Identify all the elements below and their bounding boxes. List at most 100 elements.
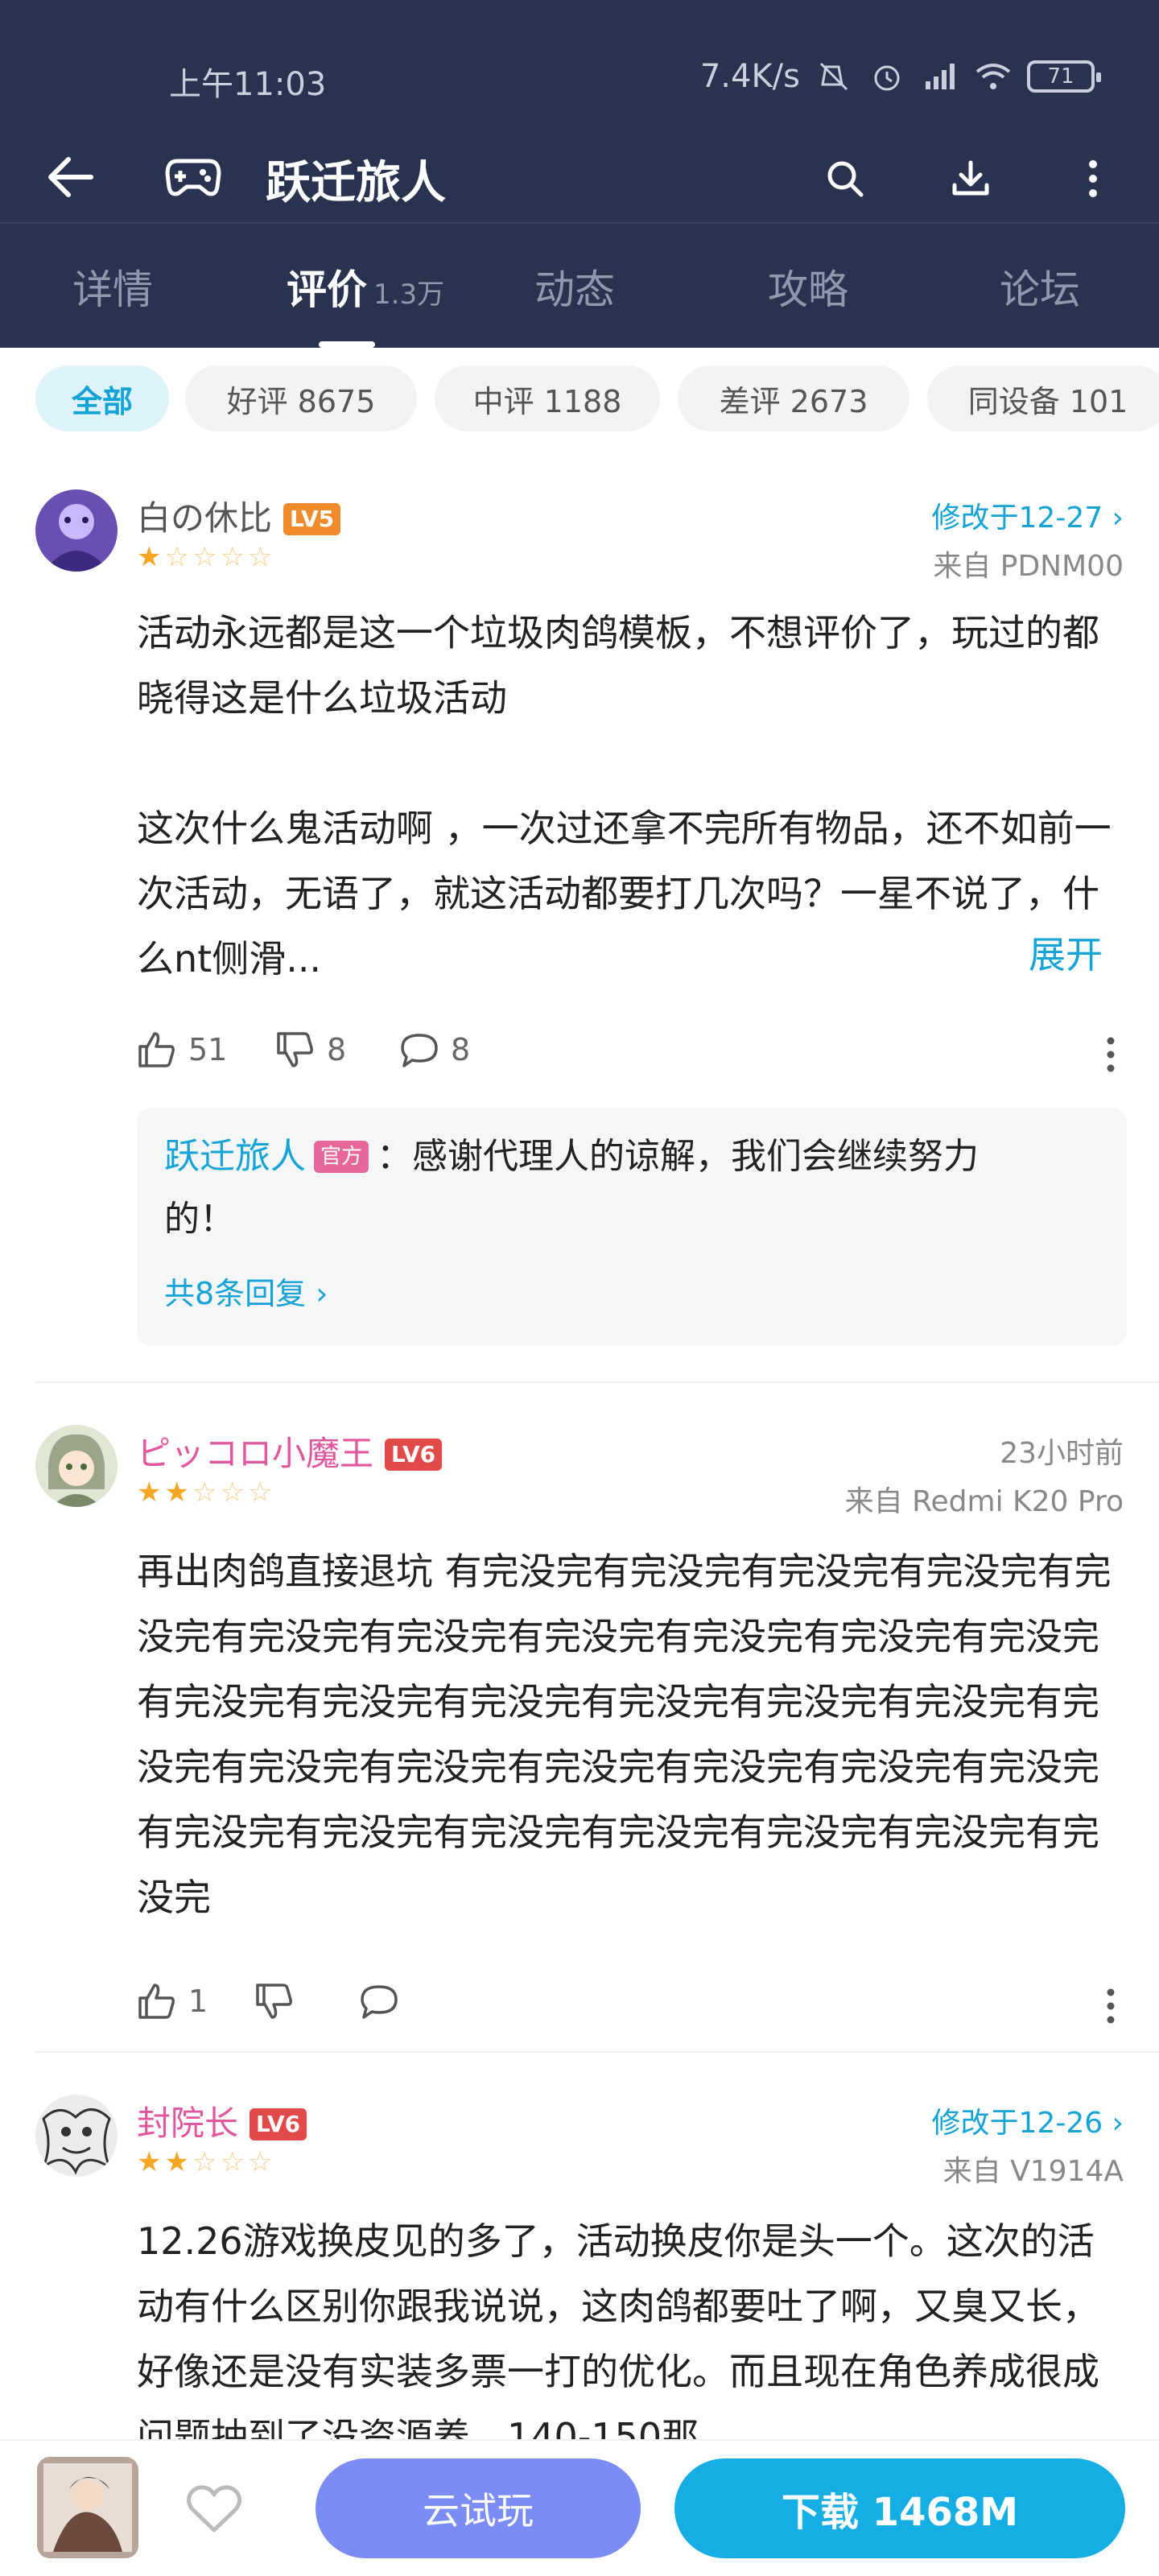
- download-button[interactable]: [938, 147, 1003, 211]
- avatar[interactable]: [35, 489, 118, 572]
- username[interactable]: ピッコロ小魔王 LV6: [137, 1426, 443, 1476]
- comment-button[interactable]: 8: [399, 1030, 470, 1069]
- reply-count-link[interactable]: 共8条回复 ›: [164, 1269, 328, 1313]
- tab-forum[interactable]: 论坛: [1000, 258, 1080, 322]
- rating-stars: ★ ☆ ☆ ☆ ☆: [137, 543, 272, 572]
- review-more-button[interactable]: [1095, 1982, 1127, 2030]
- thumbs-up-icon: [138, 1984, 175, 2019]
- status-icons: 7.4K/s 71: [699, 58, 1101, 95]
- filter-negative[interactable]: 差评 2673: [678, 365, 909, 431]
- username[interactable]: 封院长 LV6: [137, 2096, 307, 2145]
- star-icon: ☆: [220, 1476, 245, 1509]
- review-actions: 51 8 8: [137, 1030, 1127, 1079]
- official-reply[interactable]: 跃迁旅人 官方 ：感谢代理人的谅解，我们会继续努力 的！ 共8条回复 ›: [137, 1108, 1127, 1346]
- level-badge: LV6: [385, 1439, 443, 1471]
- star-icon: ☆: [220, 2146, 245, 2178]
- star-icon: ★: [137, 2146, 162, 2178]
- thumbs-down-icon: [256, 1984, 292, 2019]
- status-bar: 上午11:03 7.4K/s 71: [0, 48, 1159, 113]
- net-speed: 7.4K/s: [699, 58, 800, 95]
- reply-author[interactable]: 跃迁旅人: [164, 1136, 306, 1177]
- dislike-button[interactable]: [254, 1982, 295, 2021]
- reply-text: 跃迁旅人 官方 ：感谢代理人的谅解，我们会继续努力: [164, 1136, 980, 1177]
- rating-stars: ★ ★ ☆ ☆ ☆: [137, 2148, 272, 2177]
- rating-stars: ★ ★ ☆ ☆ ☆: [137, 1478, 272, 1507]
- comment-icon: [401, 1034, 438, 1067]
- search-icon: [827, 161, 864, 197]
- star-icon: ★: [164, 1476, 189, 1509]
- wifi-icon: [974, 60, 1013, 93]
- dislike-button[interactable]: 8: [275, 1030, 346, 1069]
- filter-neutral[interactable]: 中评 1188: [435, 365, 660, 431]
- alarm-icon: [868, 60, 906, 93]
- comment-button[interactable]: [359, 1982, 399, 2021]
- download-game-button[interactable]: 下载 1468M: [674, 2458, 1125, 2558]
- tab-details[interactable]: 详情: [72, 258, 153, 322]
- review-actions: 1: [137, 1982, 1127, 2030]
- star-icon: ☆: [192, 2146, 217, 2178]
- more-vertical-icon: [1089, 160, 1097, 197]
- cloud-play-button[interactable]: 云试玩: [316, 2458, 641, 2558]
- avatar[interactable]: [35, 1425, 118, 1507]
- review-card: 封院长 LV6 ★ ★ ☆ ☆ ☆ 修改于12-26 › 来自 V1914A 12.26游…: [0, 2053, 1159, 2439]
- thumbs-up-icon: [138, 1032, 175, 1067]
- edit-time[interactable]: 修改于12-27 ›: [932, 494, 1124, 536]
- official-badge: 官方: [314, 1141, 369, 1173]
- signal-icon: [921, 60, 959, 93]
- review-card: ピッコロ小魔王 LV6 ★ ★ ☆ ☆ ☆ 23小时前 来自 Redmi K20 Pro …: [0, 1383, 1159, 2053]
- review-filters: 全部 好评 8675 中评 1188 差评 2673 同设备 101: [0, 348, 1159, 449]
- active-tab-indicator: [319, 341, 375, 348]
- more-button[interactable]: [1061, 147, 1125, 211]
- header: 上午11:03 7.4K/s 71 跃迁旅人 详情 评价 1.3万 动态 攻略 …: [0, 0, 1159, 348]
- back-arrow-icon: [48, 157, 93, 197]
- filter-positive[interactable]: 好评 8675: [185, 365, 417, 431]
- chevron-right-icon: ›: [1112, 2107, 1124, 2140]
- tab-reviews[interactable]: 评价 1.3万: [287, 258, 444, 322]
- review-text[interactable]: 活动永远都是这一个垃圾肉鸽模板，不想评价了，玩过的都晓得这是什么垃圾活动 这次什…: [137, 601, 1120, 992]
- review-count: 1.3万: [373, 279, 445, 311]
- star-icon: ☆: [164, 541, 189, 573]
- filter-same-device[interactable]: 同设备 101: [927, 365, 1159, 431]
- star-icon: ☆: [192, 541, 217, 573]
- review-text[interactable]: 再出肉鸽直接退坑 有完没完有完没完有完没完有完没完有完没完有完没完有完没完有完没…: [137, 1539, 1120, 1934]
- star-icon: ★: [164, 2146, 189, 2178]
- star-icon: ☆: [247, 1476, 273, 1509]
- search-button[interactable]: [813, 147, 877, 211]
- battery-icon: 71: [1027, 60, 1101, 93]
- star-icon: ☆: [192, 1476, 217, 1509]
- device-label: 来自 Redmi K20 Pro: [844, 1485, 1124, 1518]
- review-more-button[interactable]: [1095, 1030, 1127, 1079]
- tab-guides[interactable]: 攻略: [768, 258, 848, 322]
- level-badge: LV6: [250, 2108, 307, 2140]
- tab-updates[interactable]: 动态: [534, 258, 615, 322]
- expand-link[interactable]: 展开: [1013, 926, 1103, 979]
- star-icon: ★: [137, 1476, 162, 1509]
- star-icon: ☆: [247, 541, 273, 573]
- status-time: 上午11:03: [169, 66, 327, 103]
- star-icon: ★: [137, 541, 162, 573]
- star-icon: ☆: [220, 541, 245, 573]
- download-icon: [952, 160, 989, 196]
- back-button[interactable]: [37, 145, 101, 209]
- edit-time[interactable]: 修改于12-26 ›: [932, 2099, 1124, 2141]
- thumbs-down-icon: [277, 1032, 313, 1067]
- review-text[interactable]: 12.26游戏换皮见的多了，活动换皮你是头一个。这次的活动有什么区别你跟我说说，…: [137, 2209, 1120, 2439]
- bottom-action-bar: 云试玩 下载 1468M: [0, 2439, 1159, 2576]
- device-label: 来自 V1914A: [942, 2155, 1124, 2188]
- level-badge: LV5: [283, 503, 341, 535]
- game-thumbnail[interactable]: [37, 2457, 138, 2558]
- like-button[interactable]: 51: [137, 1030, 227, 1069]
- gamepad-icon[interactable]: [161, 147, 225, 208]
- favorite-button[interactable]: [180, 2475, 248, 2542]
- more-vertical-icon: [1107, 1988, 1115, 2024]
- like-button[interactable]: 1: [137, 1982, 208, 2021]
- reply-text-cont: 的！: [164, 1199, 235, 1240]
- header-divider: [0, 222, 1159, 224]
- more-vertical-icon: [1107, 1037, 1115, 1072]
- filter-all[interactable]: 全部: [35, 365, 169, 431]
- username[interactable]: 白の休比 LV5: [137, 491, 341, 540]
- post-time: 23小时前: [1000, 1437, 1124, 1470]
- device-label: 来自 PDNM00: [933, 550, 1124, 583]
- avatar[interactable]: [35, 2095, 118, 2177]
- chevron-right-icon: ›: [1112, 502, 1124, 535]
